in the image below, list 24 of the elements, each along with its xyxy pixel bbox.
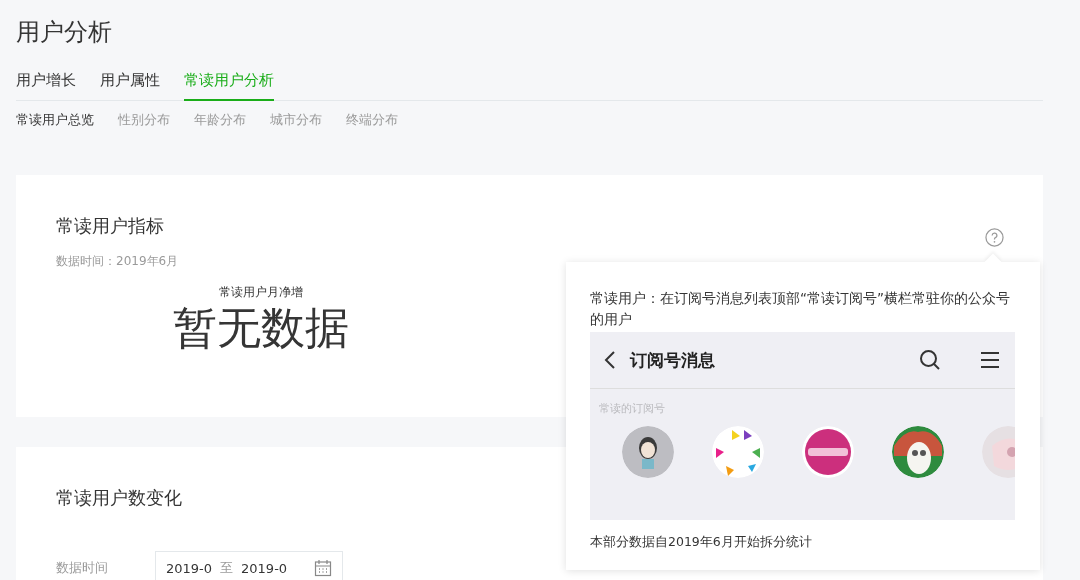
card-title: 常读用户指标: [56, 214, 164, 238]
search-icon: [919, 349, 941, 371]
date-range-field[interactable]: 2019-0 至 2019-0: [155, 551, 343, 580]
calendar-icon: [314, 559, 332, 577]
card-title: 常读用户数变化: [56, 486, 182, 510]
tab[interactable]: 用户属性: [100, 67, 160, 101]
tab[interactable]: 常读用户分析: [184, 67, 274, 101]
metric-value: 暂无数据: [173, 301, 349, 355]
popover-footnote: 本部分数据自2019年6月开始拆分统计: [590, 534, 813, 551]
metric-label: 常读用户月净增: [219, 284, 303, 300]
popover-description: 常读用户：在订阅号消息列表顶部“常读订阅号”横栏常驻你的公众号的用户: [590, 289, 1011, 329]
screen-title: 订阅号消息: [630, 348, 716, 372]
sub-tab[interactable]: 城市分布: [270, 111, 322, 129]
date-label: 数据时间: [56, 559, 109, 577]
menu-icon: [979, 350, 1001, 370]
page-title: 用户分析: [16, 17, 113, 48]
back-icon: [604, 350, 616, 370]
sub-tab[interactable]: 性别分布: [118, 111, 170, 129]
sub-tab[interactable]: 终端分布: [346, 111, 398, 129]
help-icon[interactable]: [985, 228, 1004, 247]
data-time: 数据时间：2019年6月: [56, 253, 179, 270]
sub-tab[interactable]: 年龄分布: [194, 111, 246, 129]
tab[interactable]: 用户增长: [16, 67, 76, 101]
sub-tab[interactable]: 常读用户总览: [16, 111, 94, 129]
